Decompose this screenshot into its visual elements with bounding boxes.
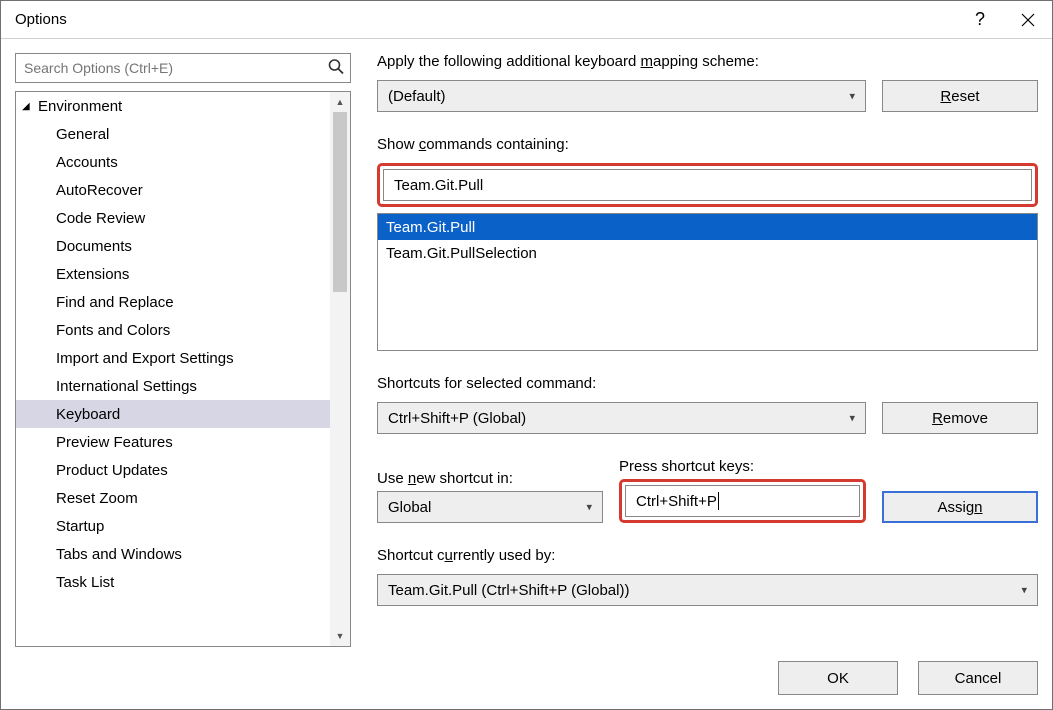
text-cursor (718, 492, 719, 510)
use-in-label: Use new shortcut in: (377, 470, 603, 487)
chevron-down-icon: ▾ (586, 501, 592, 514)
scroll-up-icon[interactable]: ▲ (330, 92, 350, 112)
command-item[interactable]: Team.Git.PullSelection (378, 240, 1037, 266)
tree-item-task-list[interactable]: Task List (16, 568, 330, 596)
assign-button[interactable]: Assign (882, 491, 1038, 523)
tree-item-accounts[interactable]: Accounts (16, 148, 330, 176)
shortcuts-for-label: Shortcuts for selected command: (377, 375, 1038, 392)
use-in-combo[interactable]: Global ▾ (377, 491, 603, 523)
tree-item-import-and-export-settings[interactable]: Import and Export Settings (16, 344, 330, 372)
close-icon (1021, 13, 1035, 27)
search-input[interactable] (16, 54, 350, 82)
press-keys-highlight: Ctrl+Shift+P (619, 479, 866, 523)
tree-item-preview-features[interactable]: Preview Features (16, 428, 330, 456)
tree-item-find-and-replace[interactable]: Find and Replace (16, 288, 330, 316)
shortcuts-for-combo[interactable]: Ctrl+Shift+P (Global) ▾ (377, 402, 866, 434)
ok-button[interactable]: OK (778, 661, 898, 695)
filter-value: Team.Git.Pull (394, 177, 483, 194)
tree-item-autorecover[interactable]: AutoRecover (16, 176, 330, 204)
tree-item-extensions[interactable]: Extensions (16, 260, 330, 288)
options-dialog: Options ? ◢ Environment GeneralAccoun (0, 0, 1053, 710)
tree-item-fonts-and-colors[interactable]: Fonts and Colors (16, 316, 330, 344)
tree-root-label: Environment (38, 98, 122, 115)
tree-item-keyboard[interactable]: Keyboard (16, 400, 330, 428)
chevron-down-icon: ▾ (1021, 584, 1027, 597)
tree-item-product-updates[interactable]: Product Updates (16, 456, 330, 484)
tree-item-general[interactable]: General (16, 120, 330, 148)
chevron-down-icon: ▾ (849, 412, 855, 425)
mapping-label: Apply the following additional keyboard … (377, 53, 1038, 70)
press-keys-label: Press shortcut keys: (619, 458, 866, 475)
reset-button[interactable]: Reset (882, 80, 1038, 112)
command-item[interactable]: Team.Git.Pull (378, 214, 1037, 240)
dialog-footer: OK Cancel (1, 647, 1052, 709)
titlebar: Options ? (1, 1, 1052, 39)
window-title: Options (15, 11, 67, 28)
tree-item-code-review[interactable]: Code Review (16, 204, 330, 232)
tree-item-international-settings[interactable]: International Settings (16, 372, 330, 400)
used-by-value: Team.Git.Pull (Ctrl+Shift+P (Global)) (388, 582, 629, 599)
tree-root-environment[interactable]: ◢ Environment (16, 92, 330, 120)
press-keys-value: Ctrl+Shift+P (636, 493, 717, 510)
tree-item-reset-zoom[interactable]: Reset Zoom (16, 484, 330, 512)
cancel-button[interactable]: Cancel (918, 661, 1038, 695)
mapping-scheme-combo[interactable]: (Default) ▾ (377, 80, 866, 112)
search-icon (328, 59, 344, 78)
chevron-down-icon: ▾ (849, 90, 855, 103)
filter-label: Show commands containing: (377, 136, 1038, 153)
scrollbar-thumb[interactable] (333, 112, 347, 292)
tree-item-documents[interactable]: Documents (16, 232, 330, 260)
close-button[interactable] (1004, 1, 1052, 39)
used-by-combo[interactable]: Team.Git.Pull (Ctrl+Shift+P (Global)) ▾ (377, 574, 1038, 606)
search-options[interactable] (15, 53, 351, 83)
press-keys-textbox[interactable]: Ctrl+Shift+P (625, 485, 860, 517)
tree-scrollbar[interactable]: ▲ ▼ (330, 92, 350, 646)
use-in-value: Global (388, 499, 431, 516)
help-button[interactable]: ? (956, 1, 1004, 39)
mapping-scheme-value: (Default) (388, 88, 446, 105)
commands-listbox[interactable]: Team.Git.PullTeam.Git.PullSelection (377, 213, 1038, 351)
tree-item-tabs-and-windows[interactable]: Tabs and Windows (16, 540, 330, 568)
filter-textbox[interactable]: Team.Git.Pull (383, 169, 1032, 201)
filter-highlight: Team.Git.Pull (377, 163, 1038, 207)
shortcuts-for-value: Ctrl+Shift+P (Global) (388, 410, 526, 427)
remove-button[interactable]: Remove (882, 402, 1038, 434)
options-tree[interactable]: ◢ Environment GeneralAccountsAutoRecover… (15, 91, 351, 647)
scroll-down-icon[interactable]: ▼ (330, 626, 350, 646)
tree-item-startup[interactable]: Startup (16, 512, 330, 540)
caret-down-icon: ◢ (22, 101, 34, 112)
used-by-label: Shortcut currently used by: (377, 547, 1038, 564)
